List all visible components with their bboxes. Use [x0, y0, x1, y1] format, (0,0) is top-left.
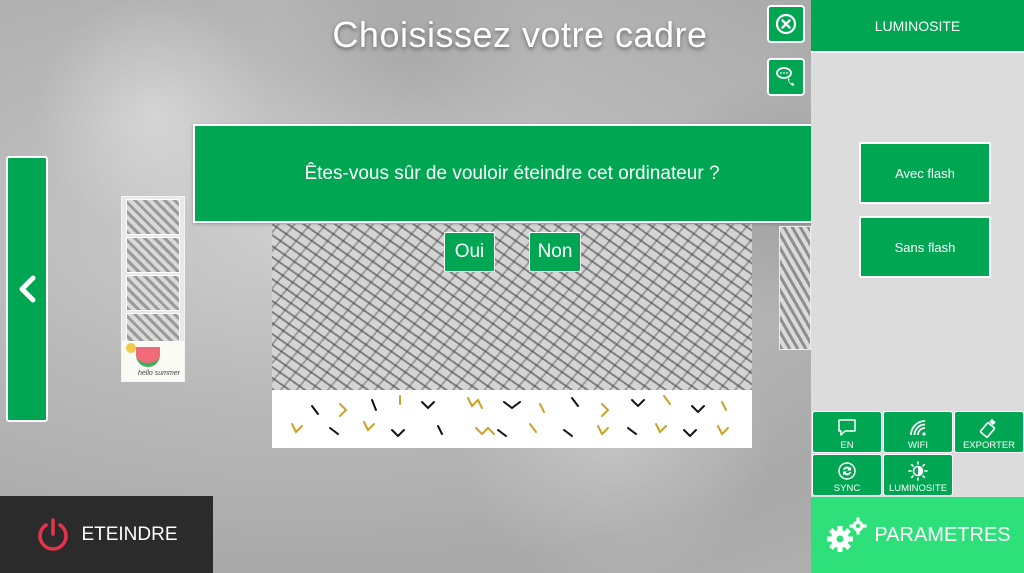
flash-off-button[interactable]: Sans flash	[859, 216, 991, 278]
tropical-leaves-pattern	[272, 224, 752, 390]
chevron-left-icon	[19, 275, 36, 303]
power-icon	[38, 517, 69, 551]
thumbnail-photo-slot	[126, 199, 180, 235]
thumbnail-caption: hello summer	[137, 370, 180, 377]
watermelon-decoration	[136, 347, 160, 367]
gears-icon	[827, 517, 867, 552]
parameters-button[interactable]: PARAMETRES	[811, 497, 1024, 573]
shutdown-label: ETEINDRE	[81, 523, 178, 545]
export-label: EXPORTER	[962, 440, 1016, 451]
sync-icon	[838, 462, 856, 480]
frame-thumbnail[interactable]: hello summer	[121, 196, 185, 382]
thumbnail-photo-slot	[126, 275, 180, 311]
thumbnail-photo-slot	[126, 237, 180, 273]
brightness-button[interactable]: LUMINOSITE	[883, 454, 953, 496]
wifi-label: WIFI	[907, 440, 929, 451]
shutdown-button[interactable]: ETEINDRE	[0, 496, 213, 573]
shutdown-confirm-dialog: Êtes-vous sûr de vouloir éteindre cet or…	[193, 124, 831, 223]
thumbnail-footer: hello summer	[122, 341, 184, 381]
parameters-label: PARAMETRES	[874, 523, 1011, 546]
confirm-yes-button[interactable]: Oui	[444, 232, 495, 272]
sync-button[interactable]: SYNC	[812, 454, 882, 496]
brightness-icon	[908, 461, 928, 481]
frame-preview	[272, 224, 752, 448]
page-title: Choisissez votre cadre	[332, 14, 708, 55]
close-circle-icon	[775, 13, 797, 35]
previous-frame-button[interactable]	[6, 156, 48, 422]
language-button[interactable]: EN	[812, 411, 882, 453]
brightness-label: LUMINOSITE	[888, 483, 948, 494]
confirm-no-button[interactable]: Non	[529, 232, 581, 272]
usb-drive-icon	[979, 418, 996, 438]
brightness-panel-header: LUMINOSITE	[811, 0, 1024, 53]
confetti-pattern	[272, 390, 752, 448]
wifi-icon	[910, 420, 926, 436]
export-button[interactable]: EXPORTER	[954, 411, 1024, 453]
sync-label: SYNC	[833, 483, 861, 494]
flash-on-button[interactable]: Avec flash	[859, 142, 991, 204]
next-frame-thumbnail[interactable]	[779, 226, 811, 350]
dialog-message: Êtes-vous sûr de vouloir éteindre cet or…	[304, 162, 720, 184]
wifi-button[interactable]: WIFI	[883, 411, 953, 453]
chat-phone-icon	[776, 67, 795, 86]
language-label: EN	[840, 440, 854, 451]
support-button[interactable]	[767, 58, 805, 96]
speech-bubble-icon	[838, 419, 856, 436]
sun-decoration	[126, 343, 136, 353]
close-button[interactable]	[767, 5, 805, 43]
